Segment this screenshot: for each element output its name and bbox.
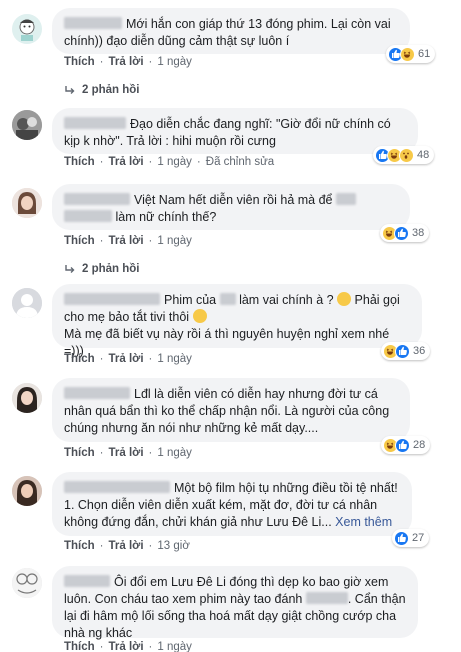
comment-bubble: Đạo diễn chắc đang nghĩ: "Giờ đổi nữ chí… [52, 108, 418, 154]
redacted-name [305, 592, 348, 604]
comment-text-part1: Việt Nam hết diễn viên rồi hả mà để [134, 193, 333, 207]
replies-label: 2 phản hồi [82, 84, 140, 96]
timestamp[interactable]: 1 ngày [157, 641, 192, 652]
comment-text-part1: Một bộ film hội tụ những điều tồi tệ nhấ… [174, 481, 398, 495]
reactions[interactable]: 36 [381, 342, 431, 360]
reply-link[interactable]: Trả lời [109, 156, 144, 168]
reaction-count: 61 [418, 48, 431, 60]
timestamp[interactable]: 1 ngày [157, 353, 192, 365]
reply-link[interactable]: Trả lời [109, 56, 144, 68]
timestamp[interactable]: 1 ngày [157, 235, 192, 247]
reply-link[interactable]: Trả lời [109, 540, 144, 552]
comment-text-part2: 1. Chọn diễn viên diễn xuất kém, mặt đơ,… [64, 498, 378, 529]
view-replies-link[interactable]: 2 phản hồi [64, 263, 140, 275]
like-reaction-icon [395, 437, 410, 453]
timestamp[interactable]: 1 ngày [157, 156, 192, 168]
author-name[interactable] [64, 193, 130, 205]
avatar-image-icon [12, 476, 42, 506]
avatar[interactable] [12, 110, 42, 140]
comment-actions: Thích · Trả lời · 1 ngày [64, 56, 192, 68]
avatar[interactable] [12, 476, 42, 506]
avatar-image-icon [12, 568, 42, 598]
author-name[interactable] [64, 387, 130, 399]
like-link[interactable]: Thích [64, 56, 95, 68]
comment-actions: Thích · Trả lời · 1 ngày [64, 235, 192, 247]
like-link[interactable]: Thích [64, 235, 95, 247]
redacted-name [64, 210, 112, 222]
reaction-count: 28 [413, 439, 426, 451]
avatar[interactable] [12, 14, 42, 44]
avatar[interactable] [12, 568, 42, 598]
comment-bubble: Một bộ film hội tụ những điều tồi tệ nhấ… [52, 472, 412, 536]
reactions[interactable]: 27 [392, 529, 430, 547]
author-name[interactable] [64, 575, 110, 587]
reaction-count: 27 [412, 532, 425, 544]
reactions[interactable]: 28 [381, 436, 431, 454]
comment-bubble: Phim của làm vai chính à ? Phải gọi cho … [52, 284, 422, 358]
reactions[interactable]: 38 [380, 224, 430, 242]
reply-link[interactable]: Trả lời [109, 447, 144, 459]
avatar-image-icon [12, 14, 42, 44]
reply-arrow-icon [65, 265, 75, 273]
reaction-count: 48 [417, 149, 430, 161]
like-link[interactable]: Thích [64, 353, 95, 365]
avatar[interactable] [12, 288, 42, 318]
like-reaction-icon [394, 530, 409, 546]
redacted-name [219, 293, 236, 305]
default-avatar-icon [12, 288, 42, 318]
comment-actions: Thích · Trả lời · 1 ngày · Đã chỉnh sửa [64, 156, 275, 168]
comment-actions: Thích · Trả lời · 1 ngày [64, 353, 192, 365]
avatar[interactable] [12, 383, 42, 413]
smile-emoji-icon [192, 309, 207, 323]
reply-arrow-icon [65, 86, 75, 94]
view-replies-link[interactable]: 2 phản hồi [64, 84, 140, 96]
wow-reaction-icon [399, 147, 414, 163]
reaction-count: 36 [413, 345, 426, 357]
comment-actions: Thích · Trả lời · 13 giờ [64, 540, 190, 552]
reactions[interactable]: 61 [386, 45, 436, 63]
thinking-emoji-icon [337, 292, 352, 306]
author-name[interactable] [64, 293, 160, 305]
like-link[interactable]: Thích [64, 641, 95, 652]
comment-bubble: Mới hắn con giáp thứ 13 đóng phim. Lại c… [52, 8, 410, 54]
replies-label: 2 phản hồi [82, 263, 140, 275]
comment-bubble: Ôi đổi em Lưu Đê Li đóng thì dẹp ko bao … [52, 566, 418, 640]
comment-text-part1: Phim của [164, 293, 217, 307]
like-reaction-icon [394, 225, 409, 241]
reply-link[interactable]: Trả lời [109, 353, 144, 365]
like-link[interactable]: Thích [64, 156, 95, 168]
haha-reaction-icon [400, 46, 415, 62]
timestamp[interactable]: 1 ngày [157, 56, 192, 68]
like-link[interactable]: Thích [64, 447, 95, 459]
reply-link[interactable]: Trả lời [109, 235, 144, 247]
avatar[interactable] [12, 188, 42, 218]
avatar-image-icon [12, 383, 42, 413]
comment-actions: Thích · Trả lời · 1 ngày [64, 641, 192, 652]
author-name[interactable] [64, 17, 122, 29]
reply-link[interactable]: Trả lời [109, 641, 144, 652]
comment-text-part2: làm nữ chính thế? [115, 210, 217, 224]
like-link[interactable]: Thích [64, 540, 95, 552]
timestamp[interactable]: 13 giờ [157, 540, 189, 552]
comment-text-part2: làm vai chính à ? [239, 293, 334, 307]
like-reaction-icon [395, 343, 410, 359]
author-name[interactable] [64, 117, 126, 129]
reactions[interactable]: 48 [373, 146, 435, 164]
redacted-name [335, 193, 356, 205]
see-more-link[interactable]: Xem thêm [335, 515, 392, 529]
avatar-image-icon [12, 110, 42, 140]
author-name[interactable] [64, 481, 170, 493]
comment-actions: Thích · Trả lời · 1 ngày [64, 447, 192, 459]
comment-bubble: Việt Nam hết diễn viên rồi hả mà để làm … [52, 184, 410, 230]
avatar-image-icon [12, 188, 42, 218]
comment-bubble: Lđl là diễn viên có diễn hay nhưng đời t… [52, 378, 410, 442]
edited-label: Đã chỉnh sửa [205, 156, 275, 168]
timestamp[interactable]: 1 ngày [157, 447, 192, 459]
reaction-count: 38 [412, 227, 425, 239]
